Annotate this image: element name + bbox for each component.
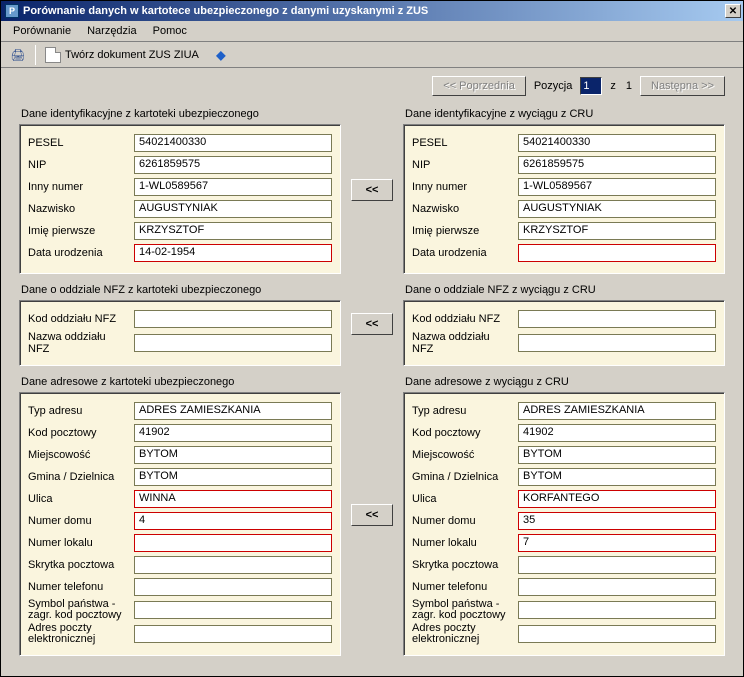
menu-narzedzia[interactable]: Narzędzia <box>79 23 145 39</box>
right-skrytka <box>518 556 716 574</box>
window: P Porównanie danych w kartotece ubezpiec… <box>0 0 744 677</box>
menubar: Porównanie Narzędzia Pomoc <box>1 21 743 42</box>
print-button[interactable]: 🖨 <box>5 45 31 65</box>
toolbar: 🖨 Twórz dokument ZUS ZIUA ◆ <box>1 42 743 68</box>
right-ulica: KORFANTEGO <box>518 490 716 508</box>
right-imie: KRZYSZTOF <box>518 222 716 240</box>
right-nazwa-nfz <box>518 334 716 352</box>
label-pesel: PESEL <box>28 137 134 149</box>
window-title: Porównanie danych w kartotece ubezpieczo… <box>23 5 725 17</box>
left-nazwa-nfz <box>134 334 332 352</box>
titlebar: P Porównanie danych w kartotece ubezpiec… <box>1 1 743 21</box>
tworz-dokument-button[interactable]: Twórz dokument ZUS ZIUA <box>40 45 204 65</box>
addr-row: Dane adresowe z kartoteki ubezpieczonego… <box>19 374 725 656</box>
left-email <box>134 625 332 643</box>
addr-left-title: Dane adresowe z kartoteki ubezpieczonego <box>21 376 341 388</box>
ident-mid: << <box>341 106 403 274</box>
ident-left-col: Dane identyfikacyjne z kartoteki ubezpie… <box>19 106 341 274</box>
next-button[interactable]: Następna >> <box>640 76 725 96</box>
right-tel <box>518 578 716 596</box>
left-pesel: 54021400330 <box>134 134 332 152</box>
z-label: z <box>608 80 618 92</box>
left-ulica: WINNA <box>134 490 332 508</box>
right-kod-nfz <box>518 310 716 328</box>
content: << Poprzednia Pozycja z 1 Następna >> Da… <box>1 68 743 676</box>
nfz-right-title: Dane o oddziale NFZ z wyciągu z CRU <box>405 284 725 296</box>
left-nrlok <box>134 534 332 552</box>
right-nrdomu: 35 <box>518 512 716 530</box>
right-symbol <box>518 601 716 619</box>
nfz-left-title: Dane o oddziale NFZ z kartoteki ubezpiec… <box>21 284 341 296</box>
ident-left-title: Dane identyfikacyjne z kartoteki ubezpie… <box>21 108 341 120</box>
addr-right-panel: Typ adresuADRES ZAMIESZKANIA Kod pocztow… <box>403 392 725 656</box>
label-inny: Inny numer <box>28 181 134 193</box>
right-nip: 6261859575 <box>518 156 716 174</box>
right-email <box>518 625 716 643</box>
current-position-input[interactable] <box>580 77 602 95</box>
right-kod: 41902 <box>518 424 716 442</box>
menu-pomoc[interactable]: Pomoc <box>145 23 195 39</box>
nfz-left-panel: Kod oddziału NFZ Nazwa oddziału NFZ <box>19 300 341 366</box>
printer-icon: 🖨 <box>10 47 26 63</box>
help-button[interactable]: ◆ <box>208 45 234 65</box>
left-gmina: BYTOM <box>134 468 332 486</box>
addr-left-panel: Typ adresuADRES ZAMIESZKANIA Kod pocztow… <box>19 392 341 656</box>
menu-porownanie[interactable]: Porównanie <box>5 23 79 39</box>
left-kod: 41902 <box>134 424 332 442</box>
left-nazwisko: AUGUSTYNIAK <box>134 200 332 218</box>
left-nrdomu: 4 <box>134 512 332 530</box>
pager: << Poprzednia Pozycja z 1 Następna >> <box>19 76 725 96</box>
right-dataur <box>518 244 716 262</box>
left-typ: ADRES ZAMIESZKANIA <box>134 402 332 420</box>
right-typ: ADRES ZAMIESZKANIA <box>518 402 716 420</box>
ident-right-col: Dane identyfikacyjne z wyciągu z CRU PES… <box>403 106 725 274</box>
right-inny: 1-WL0589567 <box>518 178 716 196</box>
left-nip: 6261859575 <box>134 156 332 174</box>
total-label: 1 <box>624 80 634 92</box>
left-inny: 1-WL0589567 <box>134 178 332 196</box>
left-tel <box>134 578 332 596</box>
left-kod-nfz <box>134 310 332 328</box>
nfz-right-panel: Kod oddziału NFZ Nazwa oddziału NFZ <box>403 300 725 366</box>
label-nazwisko: Nazwisko <box>28 203 134 215</box>
right-nazwisko: AUGUSTYNIAK <box>518 200 716 218</box>
copy-addr-button[interactable]: << <box>351 504 393 526</box>
app-icon: P <box>5 4 19 18</box>
label-dataur: Data urodzenia <box>28 247 134 259</box>
left-dataur: 14-02-1954 <box>134 244 332 262</box>
tworz-dokument-label: Twórz dokument ZUS ZIUA <box>65 49 199 61</box>
right-miejsc: BYTOM <box>518 446 716 464</box>
right-gmina: BYTOM <box>518 468 716 486</box>
nfz-row: Dane o oddziale NFZ z kartoteki ubezpiec… <box>19 282 725 366</box>
ident-left-panel: PESEL54021400330 NIP6261859575 Inny nume… <box>19 124 341 274</box>
label-imie: Imię pierwsze <box>28 225 134 237</box>
pozycja-label: Pozycja <box>532 80 575 92</box>
left-skrytka <box>134 556 332 574</box>
left-imie: KRZYSZTOF <box>134 222 332 240</box>
ident-row: Dane identyfikacyjne z kartoteki ubezpie… <box>19 106 725 274</box>
ident-right-panel: PESEL54021400330 NIP6261859575 Inny nume… <box>403 124 725 274</box>
help-icon: ◆ <box>213 47 229 63</box>
document-icon <box>45 47 61 63</box>
copy-ident-button[interactable]: << <box>351 179 393 201</box>
close-button[interactable]: ✕ <box>725 4 741 18</box>
left-miejsc: BYTOM <box>134 446 332 464</box>
label-nip: NIP <box>28 159 134 171</box>
left-symbol <box>134 601 332 619</box>
right-pesel: 54021400330 <box>518 134 716 152</box>
right-nrlok: 7 <box>518 534 716 552</box>
toolbar-separator <box>35 45 36 65</box>
copy-nfz-button[interactable]: << <box>351 313 393 335</box>
ident-right-title: Dane identyfikacyjne z wyciągu z CRU <box>405 108 725 120</box>
prev-button[interactable]: << Poprzednia <box>432 76 526 96</box>
addr-right-title: Dane adresowe z wyciągu z CRU <box>405 376 725 388</box>
